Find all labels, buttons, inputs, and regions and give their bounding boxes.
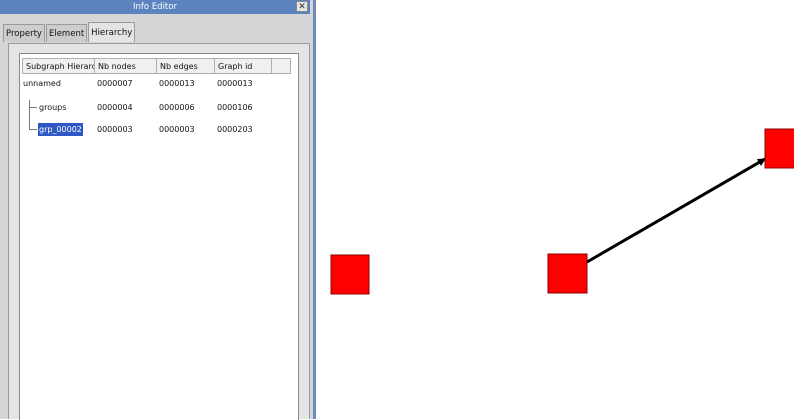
tab-element[interactable]: Element <box>45 24 88 42</box>
column-header-subgraph[interactable]: Subgraph Hierarchy <box>22 58 94 74</box>
nb-edges: 0000006 <box>159 103 195 112</box>
graph-edge[interactable] <box>586 157 766 264</box>
nb-edges: 0000013 <box>159 79 195 88</box>
tab-property[interactable]: Property <box>3 24 45 42</box>
column-header-nodes[interactable]: Nb nodes <box>94 58 156 74</box>
tab-bar: Property Element Hierarchy <box>3 22 136 43</box>
tree-row[interactable]: unnamed 0000007 0000013 0000013 <box>22 77 298 90</box>
tree-row-selected[interactable]: grp_00002 0000003 0000003 0000203 <box>22 123 298 136</box>
graph-id: 0000203 <box>217 125 253 134</box>
window-title: Info Editor <box>133 2 177 12</box>
nb-nodes: 0000003 <box>97 125 133 134</box>
tree-header: Subgraph Hierarchy Nb nodes Nb edges Gra… <box>22 58 291 74</box>
tab-hierarchy[interactable]: Hierarchy <box>88 22 136 42</box>
graph-node[interactable] <box>330 254 370 295</box>
hierarchy-pane: Subgraph Hierarchy Nb nodes Nb edges Gra… <box>8 43 310 420</box>
close-icon: ✕ <box>298 2 306 12</box>
graph-canvas[interactable] <box>316 0 794 419</box>
nb-edges: 0000003 <box>159 125 195 134</box>
subgraph-name: grp_00002 <box>38 123 83 136</box>
graph-id: 0000106 <box>217 103 253 112</box>
column-header-edges[interactable]: Nb edges <box>156 58 214 74</box>
window-titlebar[interactable]: Info Editor ✕ <box>0 0 310 14</box>
hierarchy-tree[interactable]: Subgraph Hierarchy Nb nodes Nb edges Gra… <box>19 53 299 420</box>
info-editor-panel: Info Editor ✕ Property Element Hierarchy… <box>0 0 316 420</box>
nb-nodes: 0000007 <box>97 79 133 88</box>
tree-row[interactable]: groups 0000004 0000006 0000106 <box>22 101 298 114</box>
close-button[interactable]: ✕ <box>296 1 308 12</box>
graph-id: 0000013 <box>217 79 253 88</box>
column-header-graph-id[interactable]: Graph id <box>214 58 271 74</box>
graph-node[interactable] <box>764 128 794 169</box>
subgraph-name: unnamed <box>23 79 61 88</box>
column-header-spacer <box>271 58 291 74</box>
nb-nodes: 0000004 <box>97 103 133 112</box>
graph-node[interactable] <box>547 253 588 294</box>
subgraph-name: groups <box>39 103 67 112</box>
